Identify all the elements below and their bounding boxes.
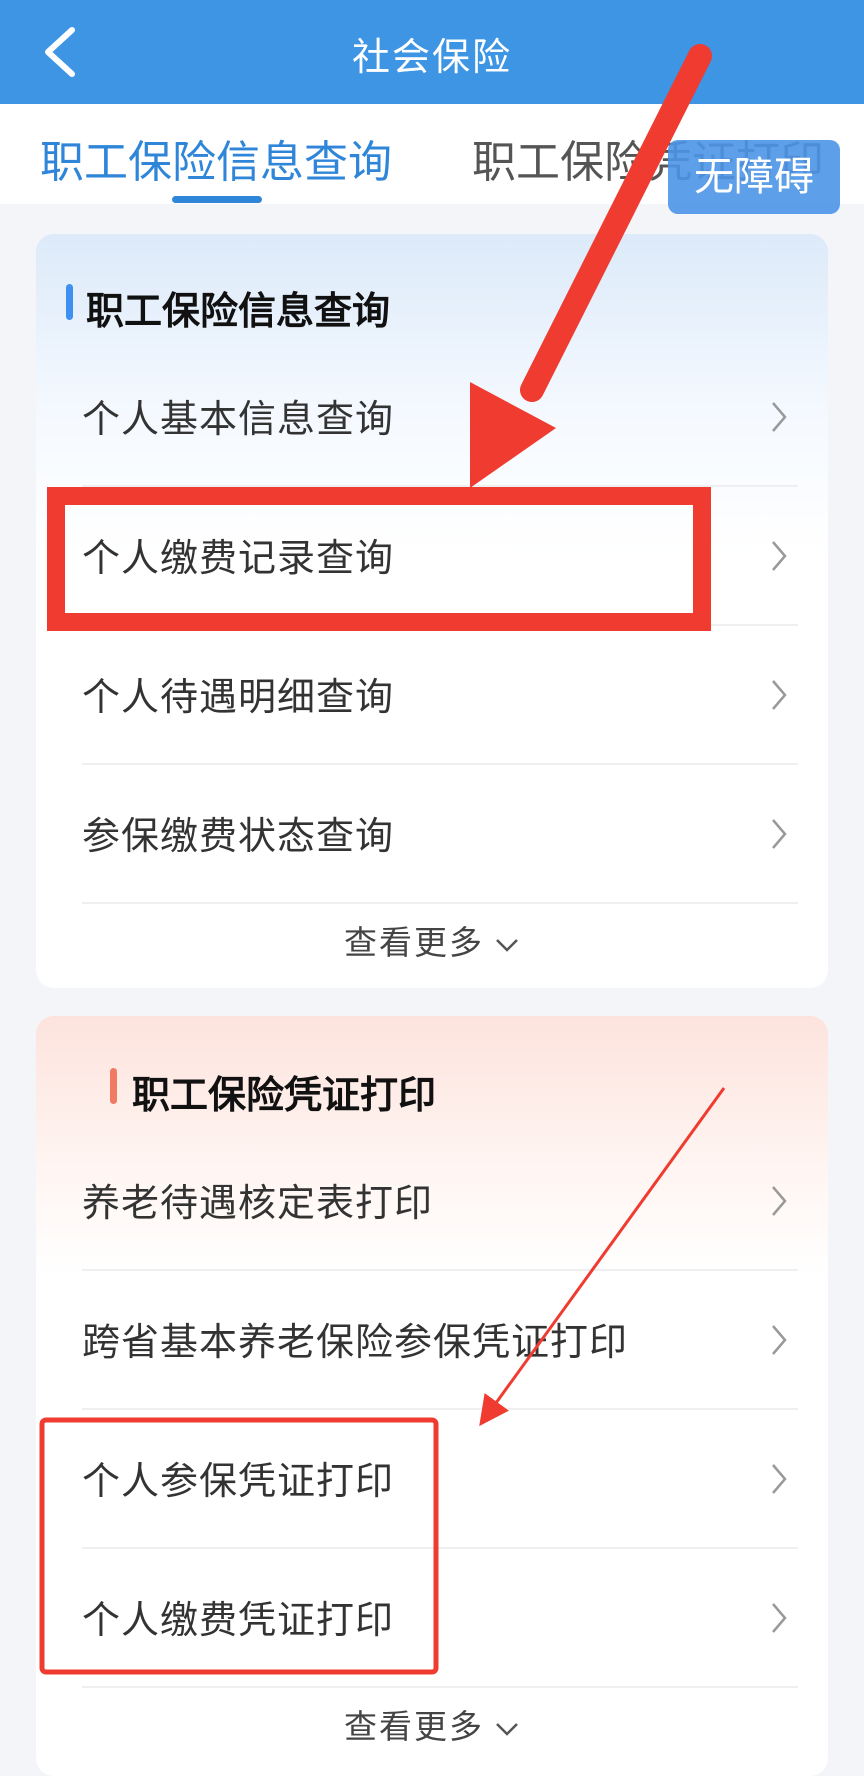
- chevron-right-icon: [772, 1325, 787, 1355]
- menu-item-cross-province-voucher[interactable]: 跨省基本养老保险参保凭证打印: [82, 1269, 798, 1410]
- tab-info-query[interactable]: 职工保险信息查询: [40, 126, 392, 190]
- chevron-down-icon: [496, 1722, 518, 1736]
- menu-item-label: 跨省基本养老保险参保凭证打印: [82, 1320, 629, 1364]
- chevron-right-icon: [772, 680, 787, 710]
- menu-item-label: 个人待遇明细查询: [82, 675, 395, 719]
- chevron-right-icon: [772, 541, 787, 571]
- chevron-right-icon: [772, 1186, 787, 1216]
- menu-item-label: 个人基本信息查询: [82, 397, 395, 441]
- info-query-card: 职工保险信息查询 个人基本信息查询 个人缴费记录查询 个人待遇明细查询 参保缴费…: [36, 234, 828, 988]
- chevron-right-icon: [772, 402, 787, 432]
- active-tab-indicator: [172, 196, 262, 203]
- menu-item-label: 个人参保凭证打印: [82, 1459, 395, 1503]
- chevron-right-icon: [772, 819, 787, 849]
- voucher-print-card: 职工保险凭证打印 养老待遇核定表打印 跨省基本养老保险参保凭证打印 个人参保凭证…: [36, 1016, 828, 1776]
- menu-item-insurance-voucher[interactable]: 个人参保凭证打印: [82, 1408, 798, 1549]
- menu-item-label: 养老待遇核定表打印: [82, 1181, 434, 1225]
- chevron-down-icon: [496, 938, 518, 952]
- menu-item-pension-approval-print[interactable]: 养老待遇核定表打印: [82, 1130, 798, 1271]
- section-title: 职工保险信息查询: [86, 289, 391, 333]
- menu-item-label: 参保缴费状态查询: [82, 814, 395, 858]
- menu-item-payment-voucher[interactable]: 个人缴费凭证打印: [82, 1547, 798, 1688]
- menu-item-insurance-status[interactable]: 参保缴费状态查询: [82, 763, 798, 904]
- app-header: 社会保险: [0, 0, 864, 104]
- accessibility-button[interactable]: 无障碍: [668, 140, 840, 214]
- page-title: 社会保险: [351, 35, 512, 79]
- menu-item-payment-records[interactable]: 个人缴费记录查询: [82, 485, 798, 626]
- view-more-button[interactable]: 查看更多: [36, 916, 828, 964]
- view-more-label: 查看更多: [344, 923, 484, 962]
- chevron-right-icon: [772, 1603, 787, 1633]
- chevron-right-icon: [772, 1464, 787, 1494]
- menu-item-label: 个人缴费凭证打印: [82, 1598, 395, 1642]
- menu-item-benefit-details[interactable]: 个人待遇明细查询: [82, 624, 798, 765]
- menu-item-basic-info[interactable]: 个人基本信息查询: [82, 346, 798, 487]
- view-more-button[interactable]: 查看更多: [36, 1700, 828, 1748]
- section-accent-bar: [110, 1068, 117, 1104]
- section-title: 职工保险凭证打印: [132, 1073, 437, 1117]
- section-accent-bar: [66, 284, 73, 320]
- menu-item-label: 个人缴费记录查询: [82, 536, 395, 580]
- view-more-label: 查看更多: [344, 1707, 484, 1746]
